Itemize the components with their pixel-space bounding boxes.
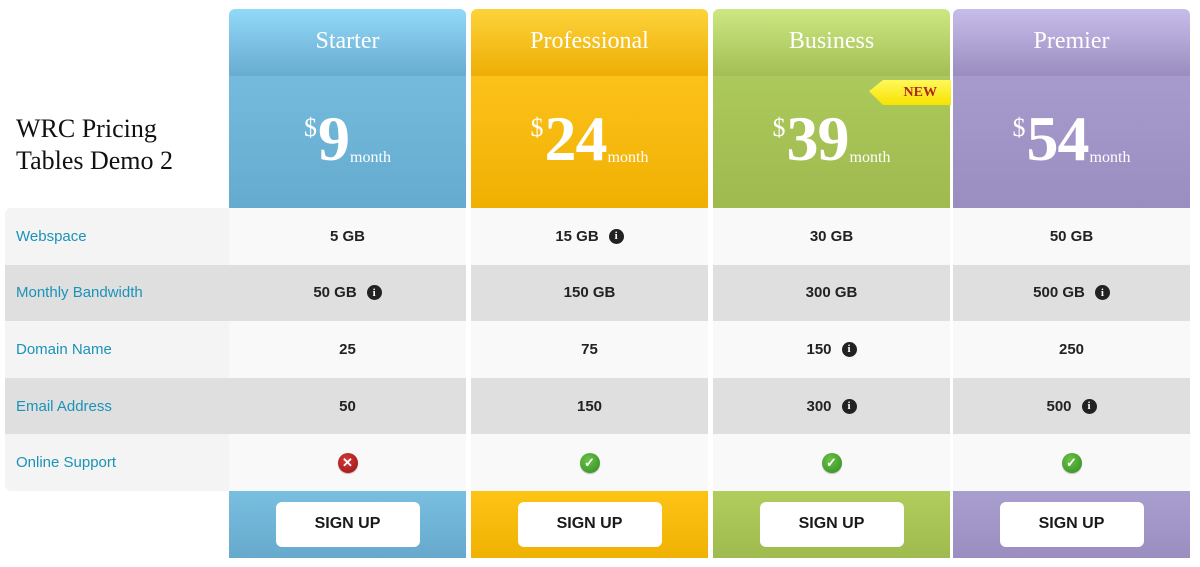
sign-up-button-professional[interactable]: SIGN UP	[517, 501, 662, 547]
feature-value-premier: 500 GB i	[953, 264, 1190, 322]
check-icon: ✓	[579, 452, 600, 473]
feature-value-business: 300 i	[713, 377, 950, 435]
feature-value-text: 150	[806, 340, 832, 358]
price: $9 month	[304, 107, 391, 171]
plan-price-area: $24 month	[471, 76, 708, 208]
plan-footer: SIGN UP	[471, 490, 708, 558]
feature-label-online-support: Online Support	[16, 454, 117, 472]
price-amount: 54	[1026, 103, 1090, 174]
info-icon[interactable]: i	[608, 228, 624, 244]
feature-value-text: 150 GB	[563, 284, 616, 302]
feature-value-text: 5 GB	[329, 227, 365, 245]
feature-value-text: 50 GB	[1049, 227, 1094, 245]
feature-label-webspace: Webspace	[16, 227, 87, 245]
price-period: month	[350, 149, 391, 166]
feature-value-premier: 500 i	[953, 377, 1190, 435]
feature-value-professional: 150 GB	[471, 264, 708, 322]
feature-value-text: 15 GB	[555, 227, 599, 245]
currency-symbol: $	[772, 113, 786, 142]
feature-value-business: 300 GB	[713, 264, 950, 322]
feature-labels: Webspace Monthly Bandwidth Domain Name E…	[5, 208, 229, 491]
page-title: WRC Pricing Tables Demo 2	[16, 114, 174, 175]
feature-value-text: 300 GB	[805, 284, 858, 302]
plan-column-professional: Professional $24 month 15 GB i 150 GB 75 150 ✓ SI…	[471, 9, 708, 558]
price-amount: 9	[318, 103, 350, 174]
check-icon: ✓	[1061, 452, 1082, 473]
sign-up-button-business[interactable]: SIGN UP	[759, 501, 904, 547]
info-icon[interactable]: i	[841, 341, 857, 357]
feature-value-text: 300	[806, 397, 832, 415]
plan-name: Professional	[471, 9, 708, 76]
price: $39 month	[773, 107, 891, 171]
feature-value-text: 75	[581, 340, 598, 358]
sign-up-button-starter[interactable]: SIGN UP	[275, 501, 420, 547]
feature-value-text: 50 GB	[313, 284, 357, 302]
feature-value-starter: 5 GB	[229, 208, 466, 265]
plan-price-area: $54 month	[953, 76, 1190, 208]
new-badge: NEW	[869, 80, 951, 105]
check-icon: ✓	[821, 452, 842, 473]
price-amount: 24	[544, 103, 608, 174]
feature-value-starter: 50	[229, 377, 466, 435]
price: $24 month	[531, 107, 649, 171]
feature-value-premier: 250	[953, 321, 1190, 378]
feature-value-business: 30 GB	[713, 208, 950, 265]
price-period: month	[849, 149, 891, 166]
feature-value-text: 150	[576, 397, 603, 415]
feature-label-domain-name: Domain Name	[16, 340, 112, 358]
plan-footer: SIGN UP	[713, 490, 950, 558]
plan-name: Business	[713, 9, 950, 76]
plan-name: Premier	[953, 9, 1190, 76]
plan-column-business: Business $39 month NEW 30 GB 300 GB 150 i 300 i ✓ S…	[713, 9, 951, 558]
plan-footer: SIGN UP	[229, 490, 466, 558]
price-period: month	[1089, 149, 1131, 166]
currency-symbol: $	[1012, 113, 1026, 142]
price-amount: 39	[786, 103, 850, 174]
plan-price-area: $9 month	[229, 76, 466, 208]
feature-label-email-address: Email Address	[5, 377, 229, 435]
feature-value-business: ✓	[713, 434, 950, 491]
feature-value-text: 25	[339, 340, 356, 358]
plan-footer: SIGN UP	[953, 490, 1190, 558]
feature-value-professional: 15 GB i	[471, 208, 708, 265]
feature-value-starter: ✕	[229, 434, 466, 491]
plan-column-starter: Starter $9 month 5 GB 50 GB i 25 50 ✕ SIGN UP	[229, 9, 466, 558]
feature-value-text: 250	[1058, 340, 1085, 358]
feature-value-text: 500 GB	[1033, 284, 1085, 302]
feature-value-professional: 75	[471, 321, 708, 378]
feature-value-professional: 150	[471, 377, 708, 435]
feature-value-professional: ✓	[471, 434, 708, 491]
info-icon[interactable]: i	[1094, 285, 1110, 301]
feature-value-starter: 50 GB i	[229, 264, 466, 322]
feature-label-monthly-bandwidth: Monthly Bandwidth	[5, 264, 229, 322]
feature-value-text: 500	[1046, 397, 1072, 415]
info-icon[interactable]: i	[1081, 398, 1097, 414]
price-period: month	[607, 149, 649, 166]
feature-value-premier: 50 GB	[953, 208, 1190, 265]
info-icon[interactable]: i	[366, 285, 382, 301]
plan-name: Starter	[229, 9, 466, 76]
feature-value-business: 150 i	[713, 321, 950, 378]
info-icon[interactable]: i	[841, 398, 857, 414]
price: $54 month	[1013, 107, 1131, 171]
feature-value-text: 30 GB	[809, 227, 854, 245]
sign-up-button-premier[interactable]: SIGN UP	[999, 501, 1144, 547]
feature-value-premier: ✓	[953, 434, 1190, 491]
plan-price-area: $39 month NEW	[713, 76, 951, 208]
currency-symbol: $	[304, 113, 318, 142]
feature-value-starter: 25	[229, 321, 466, 378]
feature-value-text: 50	[339, 397, 356, 415]
currency-symbol: $	[530, 113, 544, 142]
cross-icon: ✕	[337, 452, 358, 473]
plan-column-premier: Premier $54 month 50 GB 500 GB i 250 500 i ✓ SIGN …	[953, 9, 1190, 558]
